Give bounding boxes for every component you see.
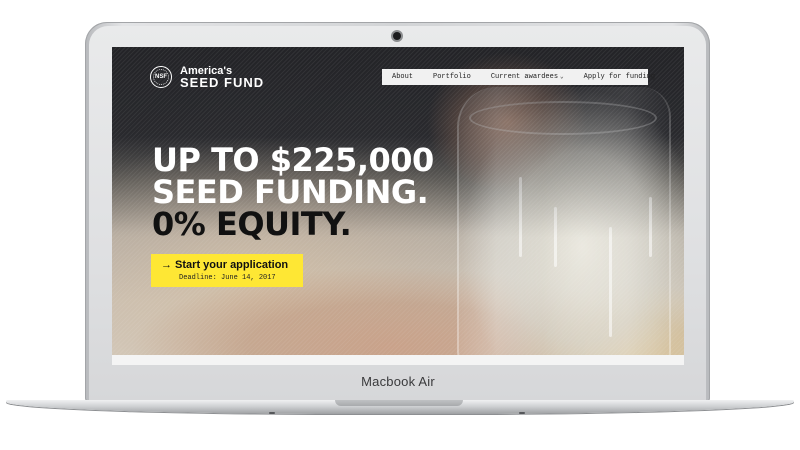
- logo-line-2: SEED FUND: [180, 75, 265, 90]
- laptop-foot: [519, 412, 525, 414]
- main-nav: About Portfolio Current awardees ⌄ Apply …: [382, 69, 655, 85]
- chevron-down-icon: ⌄: [560, 73, 564, 80]
- headline-line-1: UP TO $225,000: [152, 141, 434, 179]
- device-brand-label: Macbook Air: [361, 374, 435, 389]
- cta-deadline: Deadline: June 14, 2017: [179, 274, 276, 282]
- nav-item-current-awardees-label: Current awardees: [490, 73, 559, 81]
- nav-item-current-awardees[interactable]: Current awardees ⌄: [481, 73, 574, 81]
- site-logo[interactable]: NSF America's SEED FUND: [150, 65, 264, 89]
- nav-item-portfolio[interactable]: Portfolio: [423, 73, 481, 81]
- headline-line-2: SEED FUNDING.: [152, 173, 429, 211]
- logo-wordmark: America's SEED FUND: [180, 65, 264, 89]
- laptop-screen: NSF America's SEED FUND About Portfolio …: [112, 47, 684, 365]
- start-application-button[interactable]: → Start your application Deadline: June …: [151, 254, 303, 287]
- camera-icon: [393, 32, 401, 40]
- laptop-foot: [269, 412, 275, 414]
- hero-headline: UP TO $225,000 SEED FUNDING. 0% EQUITY.: [152, 144, 434, 240]
- headline-line-3: 0% EQUITY.: [152, 205, 352, 243]
- nav-item-apply[interactable]: Apply for funding: [574, 73, 665, 81]
- cta-label: → Start your application: [161, 259, 289, 271]
- screen-bottom-strip: [112, 355, 684, 365]
- lid-opening-notch: [335, 400, 463, 406]
- nav-item-about[interactable]: About: [382, 73, 423, 81]
- nsf-seal-icon: NSF: [150, 66, 172, 88]
